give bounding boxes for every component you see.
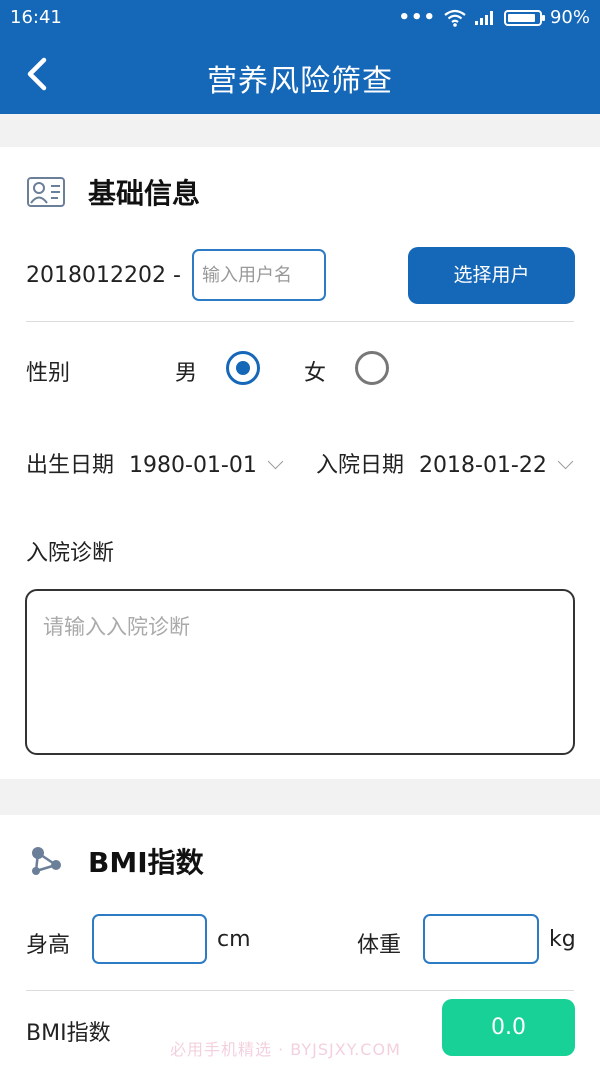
divider (26, 990, 574, 991)
watermark-text: 必用手机精选 · BYJSJXY.COM (170, 1040, 401, 1059)
app-bar: 营养风险筛查 (0, 36, 600, 114)
diagnosis-textarea-box[interactable] (25, 589, 575, 755)
wifi-icon (444, 9, 466, 27)
weight-label: 体重 (357, 933, 402, 958)
birth-date-field[interactable]: 出生日期 1980-01-01 (26, 447, 284, 479)
signal-icon (474, 10, 493, 25)
divider (26, 321, 574, 322)
battery-icon (503, 9, 545, 26)
gender-female-label: 女 (304, 361, 327, 386)
status-icons: ••• 90% (398, 7, 590, 28)
weight-input[interactable] (425, 916, 537, 962)
select-user-button[interactable]: 选择用户 (408, 247, 575, 304)
basic-info-header: 基础信息 (26, 172, 200, 212)
birth-date-label: 出生日期 (26, 453, 115, 478)
diagnosis-label: 入院诊断 (26, 541, 115, 566)
admission-date-value: 2018-01-22 (419, 453, 547, 478)
status-bar: 16:41 ••• 90% (0, 0, 600, 36)
birth-date-value: 1980-01-01 (129, 453, 257, 478)
height-input[interactable] (94, 916, 205, 962)
gender-female-radio[interactable] (355, 351, 389, 385)
user-id-prefix: 2018012202 - (26, 263, 181, 288)
username-input-box[interactable] (192, 249, 326, 301)
gender-male-label: 男 (175, 361, 198, 386)
status-time: 16:41 (10, 7, 62, 28)
admission-date-field[interactable]: 入院日期 2018-01-22 (316, 447, 574, 479)
more-dots-icon: ••• (398, 7, 436, 28)
page-title: 营养风险筛查 (207, 64, 393, 99)
gender-label: 性别 (26, 361, 71, 386)
weight-unit: kg (549, 927, 576, 952)
id-card-icon (27, 177, 65, 207)
weight-input-box[interactable] (423, 914, 539, 964)
bmi-header: BMI指数 (26, 841, 204, 881)
bmi-value-badge: 0.0 (442, 999, 575, 1056)
battery-percent: 90% (549, 7, 590, 28)
height-unit: cm (217, 927, 251, 952)
bmi-label: BMI指数 (26, 1021, 111, 1046)
chevron-down-icon (267, 453, 284, 470)
molecule-icon (32, 847, 61, 875)
admission-date-label: 入院日期 (316, 453, 405, 478)
height-input-box[interactable] (92, 914, 207, 964)
basic-info-title: 基础信息 (88, 177, 201, 210)
chevron-down-icon (557, 453, 574, 470)
username-input[interactable] (194, 251, 324, 299)
bmi-title: BMI指数 (88, 846, 204, 879)
height-label: 身高 (26, 933, 71, 958)
gender-male-radio[interactable] (226, 351, 260, 385)
diagnosis-textarea[interactable] (27, 591, 573, 753)
